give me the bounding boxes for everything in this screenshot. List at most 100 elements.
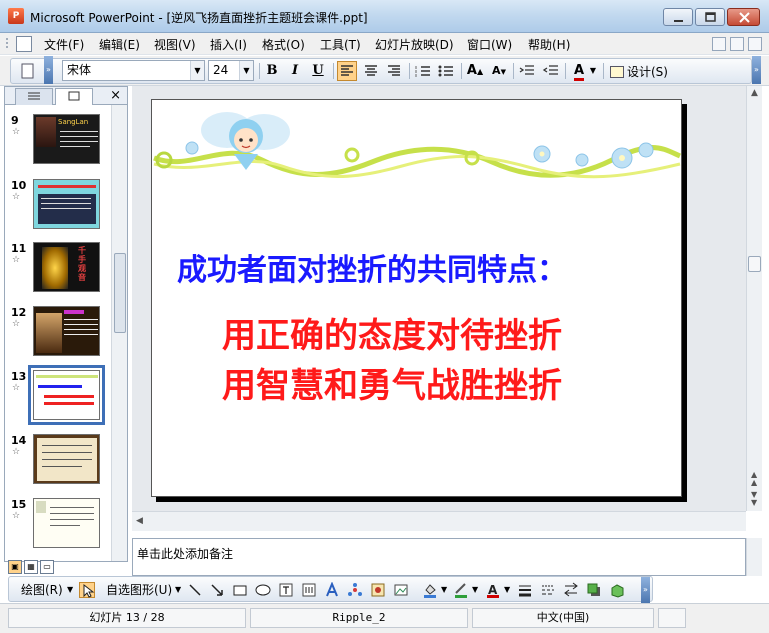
- scrollbar-thumb[interactable]: [748, 256, 761, 272]
- tab-slides[interactable]: [55, 88, 93, 105]
- slide-thumbnail-10[interactable]: 10 ☆: [5, 179, 111, 235]
- decrease-indent-button[interactable]: [517, 61, 537, 81]
- scroll-up-arrow-icon[interactable]: ▲: [751, 88, 758, 98]
- 3d-style-icon[interactable]: [609, 582, 625, 598]
- document-control-icon[interactable]: [16, 36, 32, 52]
- font-size-combo[interactable]: 24 ▼: [208, 60, 254, 81]
- increase-indent-button[interactable]: [541, 61, 561, 81]
- notes-pane[interactable]: 单击此处添加备注: [132, 538, 746, 576]
- animation-star-icon: ☆: [12, 447, 21, 457]
- italic-button[interactable]: I: [285, 61, 305, 81]
- autoshapes-menu-button[interactable]: 自选图形(U): [106, 581, 172, 598]
- align-left-button[interactable]: [337, 61, 357, 81]
- increase-font-size-button[interactable]: A▲: [465, 61, 485, 81]
- align-right-button[interactable]: [384, 61, 404, 81]
- chevron-down-icon[interactable]: ▼: [441, 585, 447, 594]
- close-pane-icon[interactable]: ×: [110, 88, 121, 104]
- maximize-button[interactable]: [695, 8, 725, 26]
- textbox-tool-icon[interactable]: [278, 582, 294, 598]
- scroll-left-arrow-icon[interactable]: ◀: [136, 516, 143, 526]
- doc-minimize-button[interactable]: [712, 37, 726, 51]
- diagram-icon[interactable]: [347, 582, 363, 598]
- rectangle-tool-icon[interactable]: [232, 582, 248, 598]
- toolbar-overflow-chevron[interactable]: »: [752, 56, 761, 84]
- menu-edit[interactable]: 编辑(E): [99, 36, 140, 53]
- menu-slideshow[interactable]: 幻灯片放映(D): [375, 36, 454, 53]
- numbering-button[interactable]: [413, 61, 433, 81]
- close-window-button[interactable]: [727, 8, 760, 26]
- insert-picture-icon[interactable]: [393, 582, 409, 598]
- scrollbar-thumb[interactable]: [114, 253, 126, 333]
- bullets-button[interactable]: [436, 61, 456, 81]
- normal-view-button[interactable]: ▣: [8, 560, 22, 574]
- previous-slide-button[interactable]: ▲ ▲: [751, 471, 757, 487]
- slideshow-view-button[interactable]: ▭: [40, 560, 54, 574]
- font-name-combo[interactable]: 宋体 ▼: [62, 60, 205, 81]
- chevron-down-icon[interactable]: ▼: [504, 585, 510, 594]
- slide-horizontal-scrollbar[interactable]: ◀: [132, 511, 746, 531]
- underline-button[interactable]: U: [308, 61, 328, 81]
- current-slide[interactable]: 成功者面对挫折的共同特点： 用正确的态度对待挫折 用智慧和勇气战胜挫折: [151, 99, 682, 497]
- oval-tool-icon[interactable]: [255, 582, 271, 598]
- chevron-down-icon[interactable]: ▼: [190, 61, 204, 80]
- chevron-down-icon[interactable]: ▼: [67, 585, 73, 594]
- chevron-down-icon[interactable]: ▼: [472, 585, 478, 594]
- line-tool-icon[interactable]: [187, 582, 203, 598]
- slide-number: 9: [11, 114, 19, 127]
- line-color-icon[interactable]: [453, 582, 469, 598]
- tab-outline[interactable]: [15, 88, 53, 105]
- slide-thumbnail-14[interactable]: 14 ☆: [5, 434, 111, 490]
- fill-color-icon[interactable]: [422, 582, 438, 598]
- toolbar-separator: [409, 63, 410, 79]
- next-slide-button[interactable]: ▼ ▼: [751, 491, 757, 507]
- slide-thumbnail-9[interactable]: 9 ☆ SangLan: [5, 114, 111, 170]
- slide-vertical-scrollbar[interactable]: ▲ ▲ ▲ ▼ ▼: [746, 86, 762, 511]
- slide-body-line-1[interactable]: 用正确的态度对待挫折: [222, 308, 562, 357]
- menu-insert[interactable]: 插入(I): [210, 36, 247, 53]
- dash-style-icon[interactable]: [540, 582, 556, 598]
- slide-thumbnail-13[interactable]: 13 ☆: [5, 365, 111, 426]
- bold-button[interactable]: B: [262, 61, 282, 81]
- chevron-down-icon[interactable]: ▼: [175, 585, 181, 594]
- menu-window[interactable]: 窗口(W): [467, 36, 512, 53]
- slide-heading[interactable]: 成功者面对挫折的共同特点：: [177, 245, 567, 289]
- slide-body-line-2[interactable]: 用智慧和勇气战胜挫折: [222, 358, 562, 407]
- draw-menu-button[interactable]: 绘图(R): [21, 581, 63, 598]
- chevron-down-icon[interactable]: ▼: [239, 61, 253, 80]
- align-center-button[interactable]: [361, 61, 381, 81]
- new-slide-icon[interactable]: [18, 61, 38, 81]
- slides-pane-scrollbar[interactable]: [111, 105, 127, 561]
- menu-tools[interactable]: 工具(T): [320, 36, 361, 53]
- vertical-textbox-icon[interactable]: [301, 582, 317, 598]
- chevron-down-icon[interactable]: ▼: [588, 61, 598, 81]
- select-objects-button[interactable]: [79, 582, 95, 598]
- font-color-icon[interactable]: A: [485, 582, 501, 598]
- menu-format[interactable]: 格式(O): [262, 36, 305, 53]
- doc-close-button[interactable]: [748, 37, 762, 51]
- menu-file[interactable]: 文件(F): [44, 36, 84, 53]
- arrow-tool-icon[interactable]: [209, 582, 225, 598]
- slide-thumbnail-11[interactable]: 11 ☆ 千手观音: [5, 242, 111, 298]
- arrow-style-icon[interactable]: [563, 582, 579, 598]
- drawing-toolbar-chevron[interactable]: »: [641, 577, 650, 603]
- thumbnail-image: SangLan: [33, 114, 100, 164]
- clip-art-icon[interactable]: [370, 582, 386, 598]
- slide-thumbnail-15[interactable]: 15 ☆: [5, 498, 111, 554]
- notes-placeholder[interactable]: 单击此处添加备注: [137, 545, 233, 562]
- minimize-button[interactable]: [663, 8, 693, 26]
- decrease-font-size-button[interactable]: A▼: [489, 61, 509, 81]
- slide-sorter-view-button[interactable]: ▦: [24, 560, 38, 574]
- line-style-icon[interactable]: [517, 582, 533, 598]
- design-button[interactable]: 设计(S): [610, 63, 668, 80]
- doc-restore-button[interactable]: [730, 37, 744, 51]
- menu-help[interactable]: 帮助(H): [528, 36, 570, 53]
- notes-scrollbar[interactable]: [746, 538, 762, 576]
- title-bar: P Microsoft PowerPoint - [逆风飞扬直面挫折主题班会课件…: [0, 0, 769, 33]
- shadow-style-icon[interactable]: [586, 582, 602, 598]
- wordart-icon[interactable]: [324, 582, 340, 598]
- toolbar-options-chevron[interactable]: »: [44, 56, 53, 84]
- slide-thumbnail-12[interactable]: 12 ☆: [5, 306, 111, 362]
- menu-view[interactable]: 视图(V): [154, 36, 196, 53]
- powerpoint-app-icon[interactable]: P: [8, 8, 24, 24]
- font-color-button[interactable]: A: [569, 61, 589, 81]
